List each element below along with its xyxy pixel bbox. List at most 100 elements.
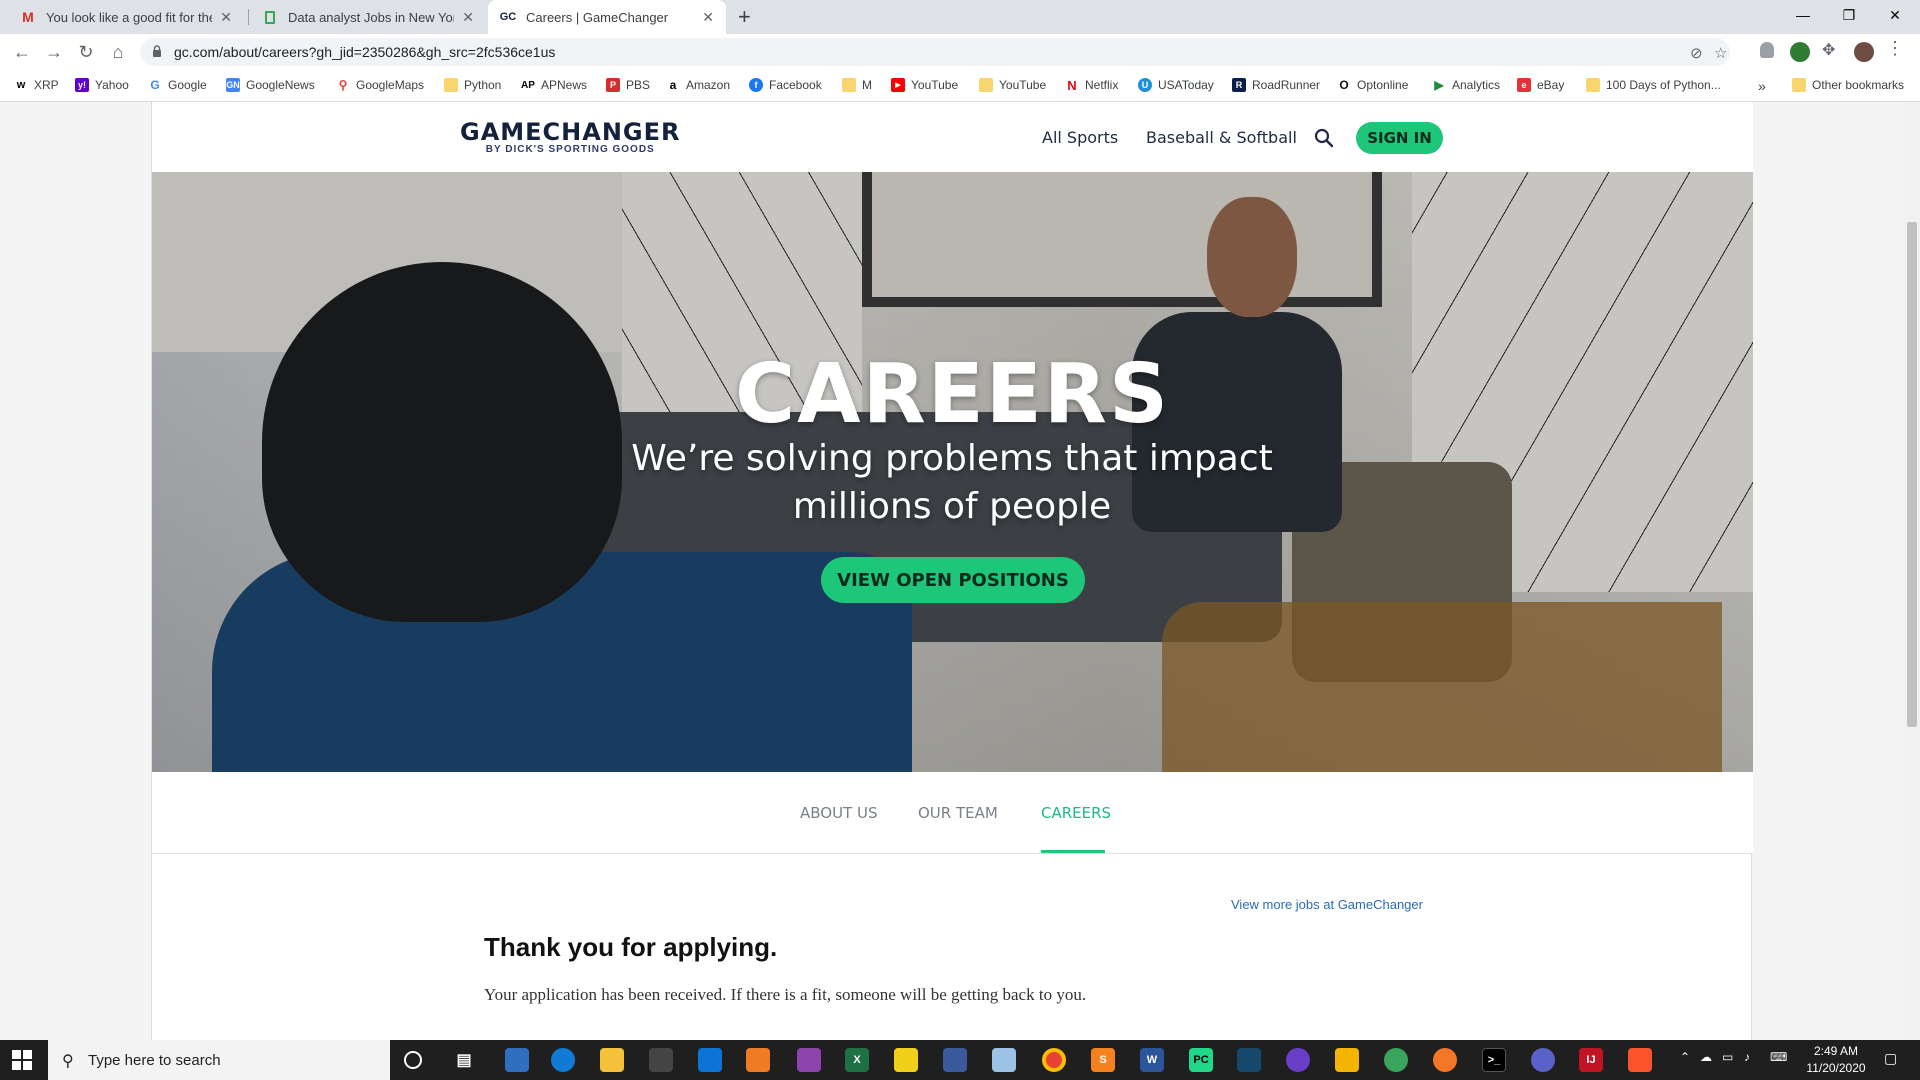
keyboard-icon[interactable]: ⌨ [1770,1050,1787,1064]
bookmark-youtube[interactable]: ▶ YouTube [891,78,958,92]
logo-sub: BY DICK'S SPORTING GOODS [485,144,655,155]
lock-icon [153,45,161,57]
taskbar-search[interactable]: ⚲ Type here to search [48,1040,390,1080]
close-icon[interactable]: ✕ [462,9,474,26]
brave-icon[interactable] [1628,1048,1652,1072]
volume-icon[interactable]: ♪ [1744,1050,1750,1064]
app-icon[interactable] [1531,1048,1555,1072]
nav-all-sports[interactable]: All Sports [1042,128,1118,147]
home-icon[interactable]: ⌂ [106,40,130,64]
nav-baseball-softball[interactable]: Baseball & Softball [1146,128,1297,147]
view-more-jobs-link[interactable]: View more jobs at GameChanger [1231,897,1423,912]
cortana-icon[interactable] [404,1051,422,1069]
address-bar[interactable]: gc.com/about/careers?gh_jid=2350286&gh_s… [140,38,1730,66]
menu-dots-icon[interactable]: ⋮ [1886,38,1906,58]
eye-off-icon[interactable]: ⊘ [1690,44,1703,62]
star-icon[interactable]: ☆ [1714,44,1727,62]
bookmark-optonline[interactable]: O Optonline [1337,78,1408,92]
bookmark-icon: AP [521,78,535,92]
app-icon[interactable] [505,1048,529,1072]
jupyter-icon[interactable] [1433,1048,1457,1072]
app-icon[interactable] [1384,1048,1408,1072]
extensions-puzzle-icon[interactable]: ✥ [1822,40,1842,60]
bookmark-youtube-folder[interactable]: YouTube [979,78,1046,92]
folder-icon [842,78,856,92]
tab-data-analyst-jobs[interactable]: Data analyst Jobs in New York, N ✕ [250,0,486,34]
bookmark-google[interactable]: G Google [148,78,207,92]
view-open-positions-button[interactable]: VIEW OPEN POSITIONS [821,557,1085,603]
file-explorer-icon[interactable] [600,1048,624,1072]
terminal-icon[interactable]: >_ [1482,1048,1506,1072]
subnav-careers[interactable]: CAREERS [1041,804,1111,822]
bookmark-apnews[interactable]: AP APNews [521,78,587,92]
bookmark-googlemaps[interactable]: ⚲ GoogleMaps [336,78,424,92]
mail-icon[interactable] [698,1048,722,1072]
subnav-about-us[interactable]: ABOUT US [800,804,878,822]
sticky-notes-icon[interactable] [894,1048,918,1072]
bookmark-usatoday[interactable]: U USAToday [1138,78,1214,92]
bookmark-m[interactable]: M [842,78,872,92]
restore-icon[interactable]: ❐ [1826,0,1872,30]
app-icon[interactable] [1335,1048,1359,1072]
bookmark-analytics[interactable]: ▶ Analytics [1432,78,1500,92]
bookmark-yahoo[interactable]: y! Yahoo [75,78,129,92]
close-icon[interactable]: ✕ [702,9,714,26]
word-icon[interactable]: W [1140,1048,1164,1072]
minimize-icon[interactable]: — [1780,0,1826,30]
edge-icon[interactable] [551,1048,575,1072]
bookmark-pbs[interactable]: P PBS [606,78,650,92]
chrome-icon[interactable] [1042,1048,1066,1072]
scrollbar-thumb[interactable] [1907,222,1917,727]
extension-icon[interactable] [1790,42,1810,62]
close-icon[interactable]: ✕ [220,9,232,26]
bookmark-ebay[interactable]: e eBay [1517,78,1564,92]
new-tab-button[interactable]: + [738,4,751,30]
store-icon[interactable] [649,1048,673,1072]
search-icon[interactable] [1314,128,1334,148]
other-bookmarks[interactable]: Other bookmarks [1792,78,1904,92]
bookmark-googlenews[interactable]: GN GoogleNews [226,78,315,92]
sublime-icon[interactable]: S [1091,1048,1115,1072]
tab-careers-gamechanger[interactable]: GC Careers | GameChanger ✕ [488,0,726,34]
bookmark-roadrunner[interactable]: R RoadRunner [1232,78,1320,92]
bookmark-facebook[interactable]: f Facebook [749,78,822,92]
onedrive-icon[interactable]: ☁ [1700,1050,1712,1064]
close-window-icon[interactable]: ✕ [1872,0,1918,30]
bookmark-python[interactable]: Python [444,78,501,92]
app-icon[interactable] [992,1048,1016,1072]
taskbar-clock[interactable]: 2:49 AM 11/20/2020 [1800,1043,1872,1077]
back-icon[interactable]: ← [10,40,34,64]
page-viewport: GAMECHANGER BY DICK'S SPORTING GOODS All… [0,102,1920,1040]
excel-icon[interactable]: X [845,1048,869,1072]
sign-in-button[interactable]: SIGN IN [1356,122,1443,154]
bookmark-icon: R [1232,78,1246,92]
bookmark-icon: N [1065,78,1079,93]
forward-icon[interactable]: → [42,40,66,64]
tray-chevron-icon[interactable]: ⌃ [1680,1050,1690,1064]
search-icon: ⚲ [62,1053,74,1070]
extension-icon[interactable] [1760,42,1774,58]
notifications-icon[interactable]: ▢ [1884,1050,1897,1067]
gamechanger-logo[interactable]: GAMECHANGER BY DICK'S SPORTING GOODS [460,118,680,155]
media-player-icon[interactable] [746,1048,770,1072]
reload-icon[interactable]: ↻ [74,40,98,64]
bookmarks-overflow-button[interactable]: » [1758,78,1766,94]
pycharm-icon[interactable]: PC [1189,1048,1213,1072]
app-icon[interactable] [1286,1048,1310,1072]
subnav-our-team[interactable]: OUR TEAM [918,804,998,822]
page-scrollbar[interactable] [1904,102,1920,1040]
app-icon[interactable] [797,1048,821,1072]
bookmark-amazon[interactable]: a Amazon [666,78,730,92]
bookmark-xrp[interactable]: w XRP [14,78,59,92]
tab-separator [248,9,249,25]
bookmark-100-days-python[interactable]: 100 Days of Python... [1586,78,1721,92]
intellij-icon[interactable]: IJ [1579,1048,1603,1072]
task-view-icon[interactable]: ▤ [452,1048,476,1072]
app-icon[interactable] [1237,1048,1261,1072]
windows-start-icon[interactable] [12,1050,32,1070]
network-icon[interactable]: ▭ [1722,1050,1733,1064]
avatar[interactable] [1854,42,1874,62]
app-icon[interactable] [943,1048,967,1072]
bookmark-netflix[interactable]: N Netflix [1065,78,1118,93]
tab-gmail[interactable]: M You look like a good fit for the jo ✕ [8,0,244,34]
